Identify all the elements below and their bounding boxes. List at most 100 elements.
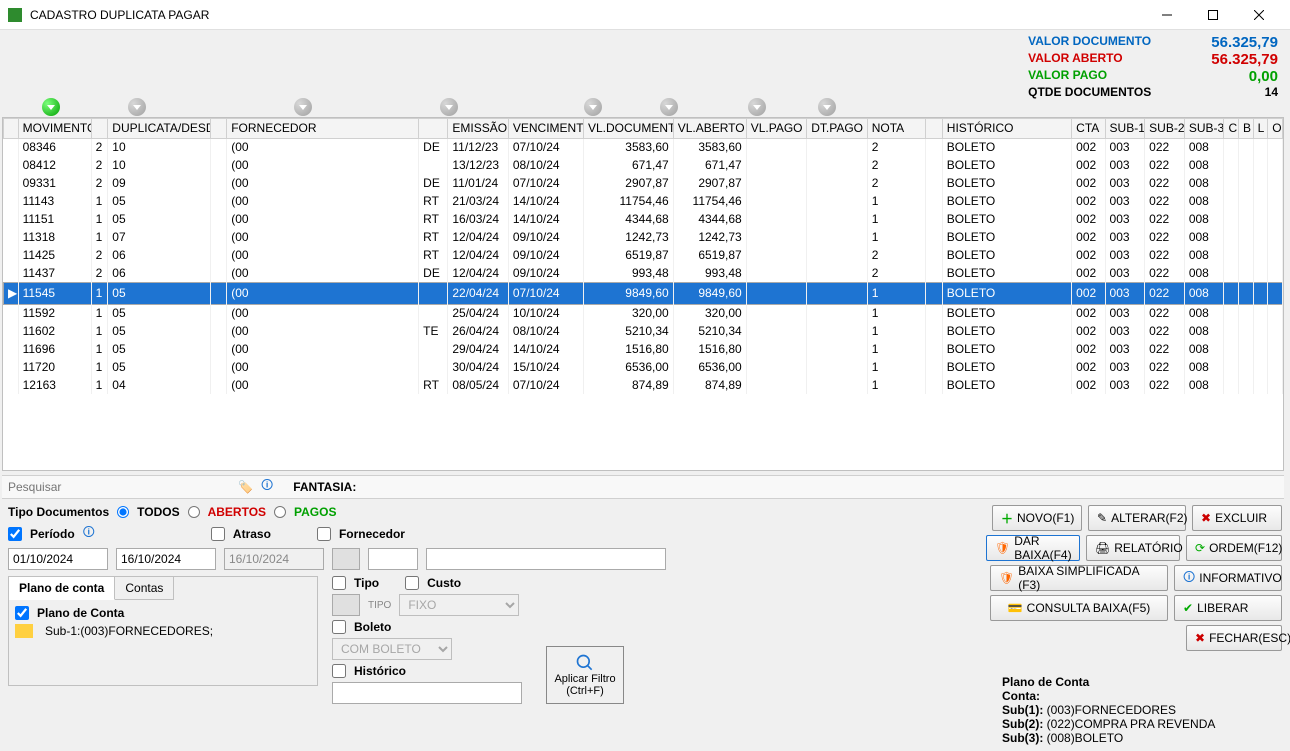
col-header[interactable] [926, 118, 943, 138]
col-header[interactable] [4, 118, 19, 138]
novo-button[interactable]: ＋NOVO(F1) [992, 505, 1082, 531]
historico-label: Histórico [354, 664, 406, 678]
table-row[interactable]: 11696105(0029/04/2414/10/241516,801516,8… [4, 340, 1283, 358]
col-header[interactable]: O [1268, 118, 1283, 138]
table-row[interactable]: 11318107(00RT12/04/2409/10/241242,731242… [4, 228, 1283, 246]
excluir-button[interactable]: ✖EXCLUIR [1192, 505, 1282, 531]
info-icon[interactable]: 🛈 [261, 476, 273, 497]
col-header[interactable]: VENCIMENTO [508, 118, 583, 138]
sort-arrow-vldoc[interactable] [584, 98, 602, 116]
date-to-input[interactable] [116, 548, 216, 570]
col-header[interactable]: VL.DOCUMENTO [583, 118, 673, 138]
col-header[interactable] [210, 118, 227, 138]
chk-fornecedor[interactable] [317, 527, 331, 541]
chk-plano-conta[interactable] [15, 606, 29, 620]
col-header[interactable]: HISTÓRICO [942, 118, 1071, 138]
tipo-documentos-label: Tipo Documentos [8, 505, 109, 519]
col-header[interactable] [419, 118, 448, 138]
maximize-button[interactable] [1190, 0, 1236, 30]
chk-atraso[interactable] [211, 527, 225, 541]
dar-baixa-button[interactable]: 🛡DAR BAIXA(F4) [986, 535, 1080, 561]
x-icon: ✖ [1201, 511, 1211, 525]
custo-label: Custo [427, 576, 461, 590]
table-row[interactable]: 11592105(0025/04/2410/10/24320,00320,001… [4, 304, 1283, 322]
ordem-label: ORDEM(F12) [1209, 541, 1282, 555]
radio-abertos[interactable] [188, 506, 200, 518]
sort-arrow-vlaberto[interactable] [660, 98, 678, 116]
fornecedor-id-input[interactable] [368, 548, 418, 570]
table-row[interactable]: 11720105(0030/04/2415/10/246536,006536,0… [4, 358, 1283, 376]
minimize-button[interactable] [1144, 0, 1190, 30]
magnifier-icon [575, 653, 595, 673]
sort-arrow-emissao[interactable] [440, 98, 458, 116]
col-header[interactable]: VL.ABERTO [673, 118, 746, 138]
custo-select[interactable]: FIXO [399, 594, 519, 616]
sort-arrow-fornecedor[interactable] [294, 98, 312, 116]
col-header[interactable]: DT.PAGO [807, 118, 868, 138]
col-header[interactable]: DUPLICATA/DESD [108, 118, 210, 138]
data-grid[interactable]: MOVIMENTO DUPLICATA/DESD FORNECEDOR EMISSÃO… [2, 117, 1284, 471]
table-row[interactable]: 11602105(00TE26/04/2408/10/245210,345210… [4, 322, 1283, 340]
col-header[interactable]: B [1239, 118, 1254, 138]
col-header[interactable]: EMISSÃO [448, 118, 509, 138]
baixa-simplificada-button[interactable]: 🛡BAIXA SIMPLIFICADA (F3) [990, 565, 1168, 591]
refresh-icon: ⟳ [1195, 541, 1205, 555]
date-from-input[interactable] [8, 548, 108, 570]
chk-periodo[interactable] [8, 527, 22, 541]
table-row[interactable]: 11151105(00RT16/03/2414/10/244344,684344… [4, 210, 1283, 228]
chk-custo[interactable] [405, 576, 419, 590]
col-header[interactable]: NOTA [867, 118, 925, 138]
col-header[interactable] [91, 118, 108, 138]
table-row[interactable]: 11437206(00DE12/04/2409/10/24993,48993,4… [4, 264, 1283, 282]
col-header[interactable]: MOVIMENTO [18, 118, 91, 138]
baixa-simpl-label: BAIXA SIMPLIFICADA (F3) [1018, 564, 1159, 592]
table-row[interactable]: ▶11545105(0022/04/2407/10/249849,609849,… [4, 282, 1283, 304]
col-header[interactable]: VL.PAGO [746, 118, 807, 138]
search-input[interactable] [6, 478, 236, 496]
radio-todos[interactable] [117, 506, 129, 518]
col-header[interactable]: SUB-2 [1145, 118, 1185, 138]
informativo-label: INFORMATIVO [1199, 571, 1281, 585]
table-row[interactable]: 08346210(00DE11/12/2307/10/243583,603583… [4, 138, 1283, 156]
fechar-button[interactable]: ✖FECHAR(ESC) [1186, 625, 1282, 651]
col-header[interactable]: CTA [1072, 118, 1105, 138]
card-icon: 💳 [1008, 601, 1023, 615]
chk-tipo[interactable] [332, 576, 346, 590]
tab-plano-conta[interactable]: Plano de conta [9, 577, 115, 600]
table-row[interactable]: 09331209(00DE11/01/2407/10/242907,872907… [4, 174, 1283, 192]
sort-arrow-vlpago[interactable] [748, 98, 766, 116]
col-header[interactable]: SUB-3 [1184, 118, 1224, 138]
plano-info: Plano de Conta Conta: Sub(1): (003)FORNE… [992, 675, 1282, 745]
col-header[interactable]: L [1253, 118, 1268, 138]
info-periodo-icon[interactable]: 🛈 [83, 523, 95, 544]
relatorio-button[interactable]: 🖨RELATÓRIO [1086, 535, 1180, 561]
fornecedor-name-input[interactable] [426, 548, 666, 570]
boleto-select[interactable]: COM BOLETO [332, 638, 452, 660]
chk-historico[interactable] [332, 664, 346, 678]
table-row[interactable]: 12163104(00RT08/05/2407/10/24874,89874,8… [4, 376, 1283, 394]
radio-pagos[interactable] [274, 506, 286, 518]
table-row[interactable]: 11425206(00RT12/04/2409/10/246519,876519… [4, 246, 1283, 264]
liberar-button[interactable]: ✔LIBERAR [1174, 595, 1282, 621]
consulta-baixa-button[interactable]: 💳CONSULTA BAIXA(F5) [990, 595, 1168, 621]
sort-arrow-duplicata[interactable] [128, 98, 146, 116]
tipo-label: Tipo [354, 576, 379, 590]
col-header[interactable]: SUB-1 [1105, 118, 1145, 138]
tag-icon [15, 624, 33, 638]
sort-arrow-dtpago[interactable] [818, 98, 836, 116]
chk-boleto[interactable] [332, 620, 346, 634]
window-title: CADASTRO DUPLICATA PAGAR [30, 8, 1144, 22]
historico-input[interactable] [332, 682, 522, 704]
tab-contas[interactable]: Contas [115, 577, 174, 600]
close-button[interactable] [1236, 0, 1282, 30]
aplicar-filtro-button[interactable]: Aplicar Filtro (Ctrl+F) [546, 646, 624, 704]
col-header[interactable]: FORNECEDOR [227, 118, 419, 138]
table-row[interactable]: 08412210(0013/12/2308/10/24671,47671,472… [4, 156, 1283, 174]
date-atraso-input[interactable] [224, 548, 324, 570]
ordem-button[interactable]: ⟳ ORDEM(F12) [1186, 535, 1282, 561]
sort-arrow-movimento[interactable] [42, 98, 60, 116]
table-row[interactable]: 11143105(00RT21/03/2414/10/2411754,46117… [4, 192, 1283, 210]
alterar-button[interactable]: ✎ALTERAR(F2) [1088, 505, 1186, 531]
col-header[interactable]: C [1224, 118, 1239, 138]
informativo-button[interactable]: 🛈INFORMATIVO [1174, 565, 1282, 591]
